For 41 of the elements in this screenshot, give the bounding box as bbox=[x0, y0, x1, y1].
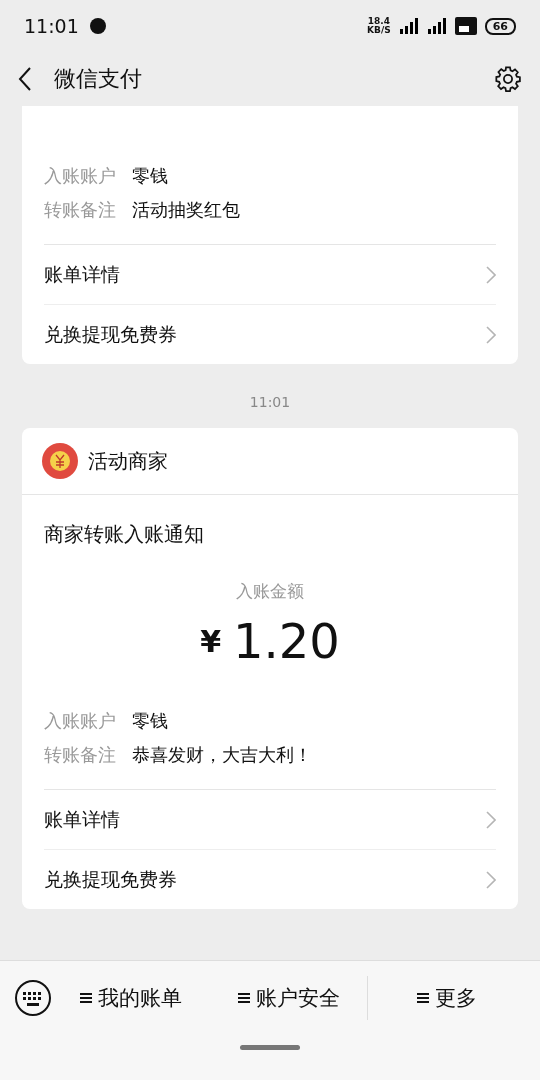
home-indicator bbox=[240, 1045, 300, 1050]
currency-symbol: ¥ bbox=[200, 623, 221, 659]
chevron-icon bbox=[486, 265, 496, 284]
chevron-icon bbox=[486, 810, 496, 829]
battery-level: 66 bbox=[484, 17, 516, 35]
coin-icon bbox=[42, 443, 78, 479]
menu-icon bbox=[417, 992, 430, 1004]
hd-call-icon bbox=[454, 17, 477, 35]
field-label: 转账备注 bbox=[44, 198, 116, 222]
merchant-name: 活动商家 bbox=[88, 447, 168, 475]
notification-icon bbox=[88, 17, 107, 35]
signal-icon bbox=[426, 18, 447, 34]
status-time: 11:01 bbox=[24, 15, 79, 37]
field-value: 活动抽奖红包 bbox=[132, 198, 240, 222]
detail-link[interactable]: 兑换提现免费券 bbox=[44, 304, 496, 364]
field-value: 恭喜发财，大吉大利！ bbox=[132, 743, 312, 767]
field-label: 入账账户 bbox=[44, 709, 116, 733]
back-icon[interactable] bbox=[18, 67, 32, 91]
field-value: 零钱 bbox=[132, 709, 168, 733]
detail-link[interactable]: 兑换提现免费券 bbox=[44, 849, 496, 909]
amount-value: 1.20 bbox=[233, 613, 340, 669]
amount-label: 入账金额 bbox=[235, 580, 305, 603]
chevron-icon bbox=[486, 870, 496, 889]
field-label: 入账账户 bbox=[44, 164, 116, 188]
network-speed: 18.4 KB/S bbox=[367, 17, 391, 35]
field-value: 零钱 bbox=[132, 164, 168, 188]
menu-button[interactable]: 我的账单 bbox=[52, 976, 210, 1020]
menu-button[interactable]: 更多 bbox=[367, 976, 526, 1020]
field-label: 转账备注 bbox=[44, 743, 116, 767]
settings-icon[interactable] bbox=[494, 65, 522, 93]
menu-icon bbox=[79, 992, 92, 1004]
signal-icon bbox=[398, 18, 419, 34]
message-time: 11:01 bbox=[248, 393, 292, 412]
detail-link[interactable]: 账单详情 bbox=[44, 244, 496, 304]
page-title: 微信支付 bbox=[54, 65, 142, 93]
notice-title: 商家转账入账通知 bbox=[43, 521, 205, 548]
detail-link[interactable]: 账单详情 bbox=[44, 789, 496, 849]
keyboard-icon[interactable] bbox=[14, 979, 52, 1017]
menu-button[interactable]: 账户安全 bbox=[209, 976, 368, 1020]
menu-icon bbox=[237, 992, 250, 1004]
chevron-icon bbox=[486, 325, 496, 344]
